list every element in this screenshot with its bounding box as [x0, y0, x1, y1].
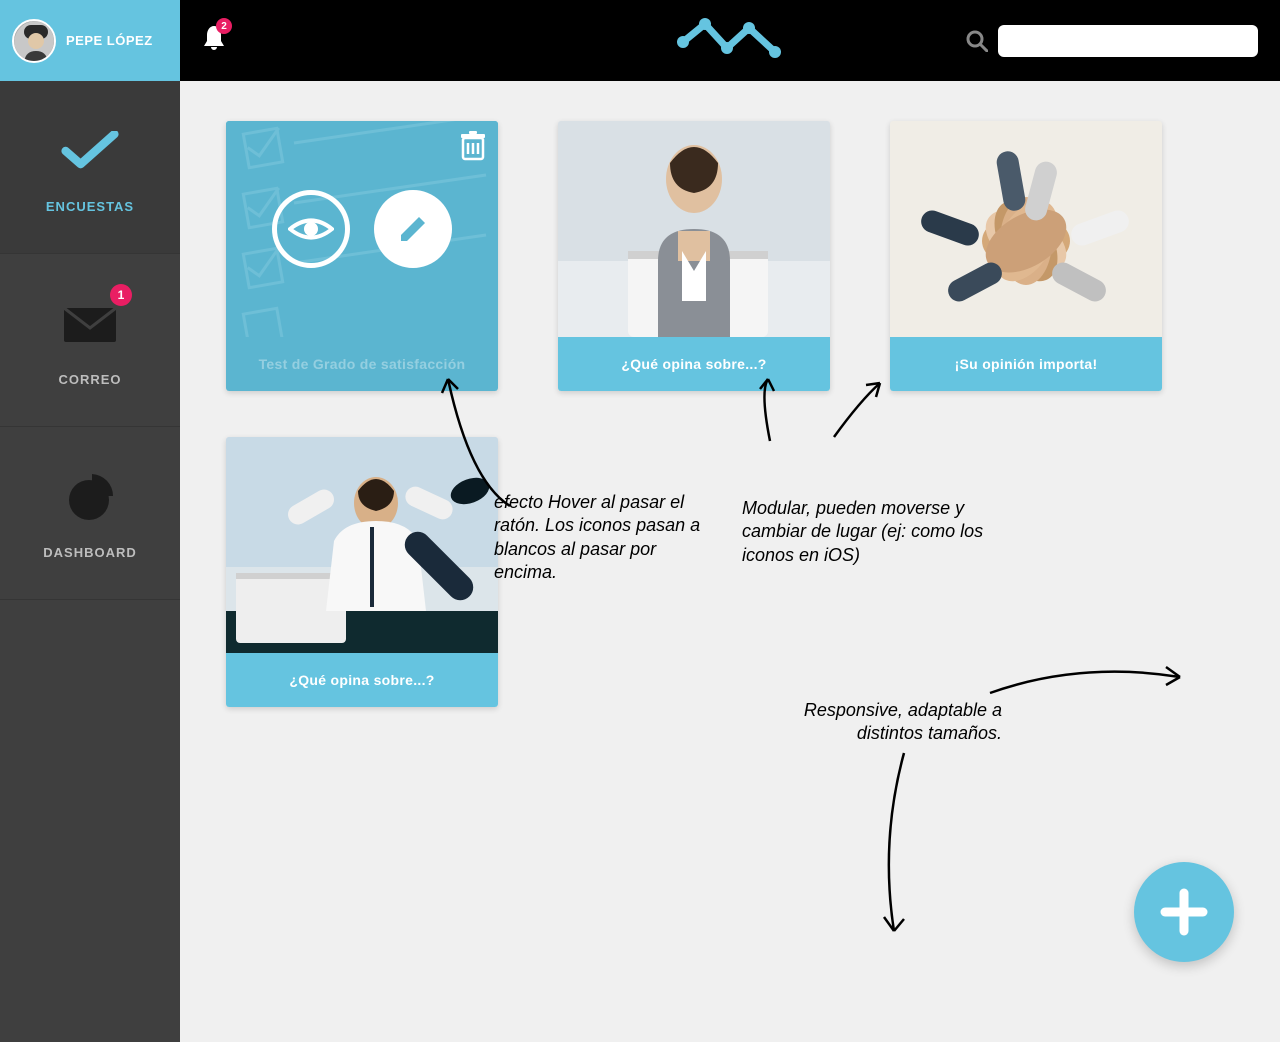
nav-label-mail: CORREO — [58, 372, 121, 387]
card-image — [890, 121, 1162, 337]
survey-card[interactable]: ¡Su opinión importa! — [890, 121, 1162, 391]
topbar: 2 — [180, 0, 1280, 81]
eye-icon — [288, 214, 334, 244]
username: PEPE LÓPEZ — [66, 33, 153, 48]
add-button[interactable] — [1134, 862, 1234, 962]
main: 2 — [180, 0, 1280, 1042]
card-title: ¿Qué opina sobre...? — [226, 653, 498, 707]
card-image — [558, 121, 830, 337]
card-title: ¡Su opinión importa! — [890, 337, 1162, 391]
envelope-icon — [60, 294, 120, 354]
edit-button[interactable] — [374, 190, 452, 268]
survey-card[interactable]: ¿Qué opina sobre...? — [558, 121, 830, 391]
survey-card[interactable]: Test de Grado de satisfacción — [226, 121, 498, 391]
sidebar-header: PEPE LÓPEZ — [0, 0, 180, 81]
piechart-icon — [60, 467, 120, 527]
search-icon — [966, 30, 988, 52]
sidebar-item-dashboard[interactable]: DASHBOARD — [0, 427, 180, 600]
pencil-icon — [395, 211, 431, 247]
content-area: Test de Grado de satisfacción — [180, 81, 1280, 1042]
search-input[interactable] — [998, 25, 1258, 57]
mail-badge: 1 — [110, 284, 132, 306]
sidebar-item-mail[interactable]: 1 CORREO — [0, 254, 180, 427]
nav-label-surveys: ENCUESTAS — [46, 199, 134, 214]
plus-icon — [1159, 887, 1209, 937]
card-title: Test de Grado de satisfacción — [226, 337, 498, 391]
card-title: ¿Qué opina sobre...? — [558, 337, 830, 391]
preview-button[interactable] — [272, 190, 350, 268]
check-icon — [60, 121, 120, 181]
sidebar-item-surveys[interactable]: ENCUESTAS — [0, 81, 180, 254]
notifications-button[interactable]: 2 — [202, 24, 226, 57]
avatar[interactable] — [12, 19, 56, 63]
logo — [675, 14, 785, 67]
notif-badge: 2 — [216, 18, 232, 34]
sidebar: PEPE LÓPEZ ENCUESTAS 1 CORREO — [0, 0, 180, 1042]
card-image — [226, 437, 498, 653]
nav-label-dashboard: DASHBOARD — [43, 545, 137, 560]
survey-card[interactable]: ¿Qué opina sobre...? — [226, 437, 498, 707]
